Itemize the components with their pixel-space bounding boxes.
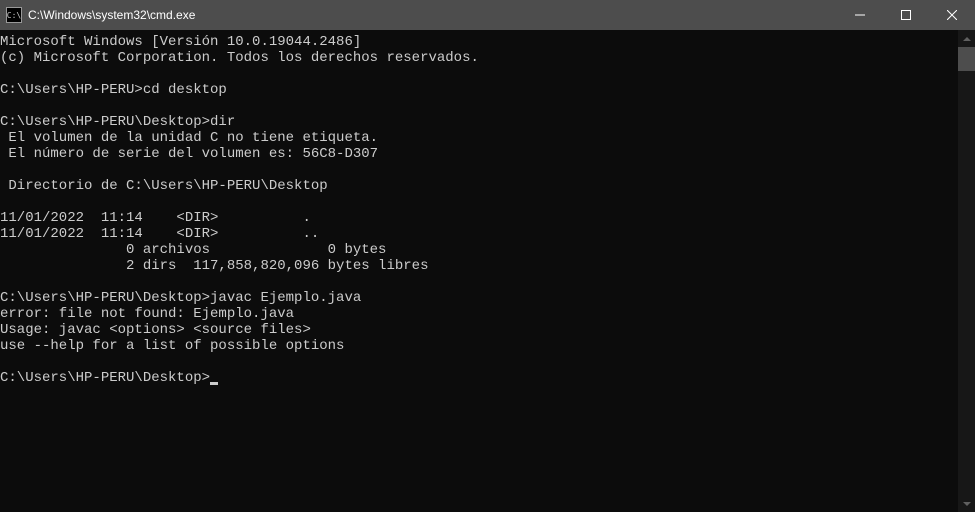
- terminal-line: [0, 98, 958, 114]
- minimize-button[interactable]: [837, 0, 883, 30]
- terminal-line: C:\Users\HP-PERU\Desktop>: [0, 370, 958, 386]
- cmd-icon: C:\: [6, 7, 22, 23]
- client-area: Microsoft Windows [Versión 10.0.19044.24…: [0, 30, 975, 512]
- title-bar: C:\ C:\Windows\system32\cmd.exe: [0, 0, 975, 30]
- scrollbar-arrow-up-icon[interactable]: [958, 30, 975, 47]
- terminal-line: error: file not found: Ejemplo.java: [0, 306, 958, 322]
- terminal-line: 11/01/2022 11:14 <DIR> ..: [0, 226, 958, 242]
- terminal-line: El volumen de la unidad C no tiene etiqu…: [0, 130, 958, 146]
- terminal-line: [0, 274, 958, 290]
- maximize-button[interactable]: [883, 0, 929, 30]
- terminal-line: [0, 66, 958, 82]
- terminal-line: El número de serie del volumen es: 56C8-…: [0, 146, 958, 162]
- cursor: [210, 382, 218, 385]
- window-controls: [837, 0, 975, 30]
- window-title: C:\Windows\system32\cmd.exe: [28, 8, 837, 22]
- terminal-line: C:\Users\HP-PERU>cd desktop: [0, 82, 958, 98]
- terminal-line: [0, 162, 958, 178]
- scrollbar-thumb[interactable]: [958, 47, 975, 71]
- terminal-line: C:\Users\HP-PERU\Desktop>dir: [0, 114, 958, 130]
- terminal-line: 2 dirs 117,858,820,096 bytes libres: [0, 258, 958, 274]
- terminal-line: C:\Users\HP-PERU\Desktop>javac Ejemplo.j…: [0, 290, 958, 306]
- scrollbar[interactable]: [958, 30, 975, 512]
- terminal-line: Directorio de C:\Users\HP-PERU\Desktop: [0, 178, 958, 194]
- terminal-output[interactable]: Microsoft Windows [Versión 10.0.19044.24…: [0, 30, 958, 512]
- terminal-line: Microsoft Windows [Versión 10.0.19044.24…: [0, 34, 958, 50]
- terminal-line: 11/01/2022 11:14 <DIR> .: [0, 210, 958, 226]
- terminal-line: Usage: javac <options> <source files>: [0, 322, 958, 338]
- scrollbar-arrow-down-icon[interactable]: [958, 495, 975, 512]
- terminal-line: 0 archivos 0 bytes: [0, 242, 958, 258]
- terminal-line: [0, 354, 958, 370]
- terminal-line: [0, 194, 958, 210]
- close-button[interactable]: [929, 0, 975, 30]
- terminal-line: (c) Microsoft Corporation. Todos los der…: [0, 50, 958, 66]
- terminal-line: use --help for a list of possible option…: [0, 338, 958, 354]
